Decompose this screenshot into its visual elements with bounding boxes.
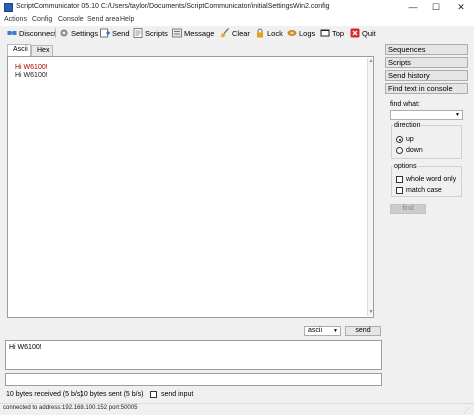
whole-word-label: whole word only [406, 176, 457, 183]
send-input-text: Hi W6100! [9, 344, 42, 351]
window-title: ScriptCommunicator 05.10 C:/Users/taylor… [16, 3, 330, 10]
tab-hex[interactable]: Hex [31, 45, 53, 56]
find-what-label: find what: [390, 101, 420, 108]
logs-icon [287, 28, 297, 38]
quit-button[interactable]: Quit [350, 26, 376, 40]
logs-label: Logs [299, 28, 316, 38]
send-input-label: send input [161, 391, 194, 398]
minimize-button[interactable]: — [402, 0, 424, 15]
menu-actions[interactable]: Actions [4, 16, 27, 23]
console-line: Hi W6100! [15, 64, 48, 71]
match-case-label: match case [406, 187, 442, 194]
scripts-button[interactable]: Scripts [133, 26, 168, 40]
message-label: Message [184, 28, 215, 38]
radio-up[interactable] [396, 136, 403, 143]
match-case-checkbox[interactable] [396, 187, 403, 194]
settings-label: Settings [71, 28, 99, 38]
menu-console[interactable]: Console [58, 16, 84, 23]
radio-up-label: up [406, 136, 414, 143]
scripts-icon [133, 28, 143, 38]
message-button[interactable]: Message [172, 26, 214, 40]
format-select[interactable]: ascii ▼ [304, 326, 341, 336]
bytes-received: 10 bytes received (5 b/s) [6, 391, 83, 398]
console-scrollbar[interactable]: ▲ ▼ [367, 58, 373, 316]
whole-word-checkbox[interactable] [396, 176, 403, 183]
direction-title: direction [393, 122, 422, 129]
send-toolbar-button[interactable]: Send [100, 26, 130, 40]
chevron-down-icon: ▼ [333, 328, 338, 334]
scroll-up-arrow[interactable]: ▲ [368, 58, 374, 65]
lock-button[interactable]: Lock [255, 26, 283, 40]
toolbar-divider [55, 28, 56, 38]
close-window-button[interactable]: ✕ [450, 0, 472, 15]
console-output[interactable]: Hi W6100! Hi W6100! ▲ ▼ [7, 56, 374, 318]
settings-button[interactable]: Settings [59, 26, 98, 40]
top-label: Top [332, 28, 345, 38]
lock-icon [255, 28, 265, 38]
menu-config[interactable]: Config [32, 16, 52, 23]
scripts-panel-button[interactable]: Scripts [385, 57, 468, 68]
send-button[interactable]: send [345, 326, 381, 336]
radio-down-label: down [406, 147, 423, 154]
disconnect-icon [7, 28, 17, 38]
broom-icon [220, 28, 230, 38]
sequences-button[interactable]: Sequences [385, 44, 468, 55]
send-input-checkbox[interactable] [150, 391, 157, 398]
clear-label: Clear [232, 28, 250, 38]
send-toolbar-label: Send [112, 28, 130, 38]
chevron-down-icon: ▼ [455, 112, 460, 118]
lock-label: Lock [267, 28, 283, 38]
format-select-value: ascii [308, 327, 323, 334]
logs-button[interactable]: Logs [287, 26, 315, 40]
options-title: options [393, 163, 418, 170]
message-icon [172, 28, 182, 38]
line-input[interactable] [5, 373, 382, 386]
clear-button[interactable]: Clear [220, 26, 250, 40]
radio-selected-dot [398, 138, 401, 141]
status-text: connected to address:192.168.100.152 por… [3, 405, 138, 411]
disconnect-label: Disconnect [19, 28, 57, 38]
disconnect-button[interactable]: Disconnect [7, 26, 56, 40]
scripts-label: Scripts [145, 28, 168, 38]
send-input[interactable]: Hi W6100! [5, 340, 382, 370]
top-button[interactable]: Top [320, 26, 344, 40]
quit-icon [350, 28, 360, 38]
bytes-sent: 10 bytes sent (5 b/s) [80, 391, 144, 398]
top-window-icon [320, 28, 330, 38]
find-button[interactable]: find [390, 204, 426, 214]
maximize-button[interactable]: ☐ [425, 0, 447, 15]
resize-grip-icon[interactable]: ⋰ [464, 407, 472, 414]
gear-icon [59, 28, 69, 38]
send-history-button[interactable]: Send history [385, 70, 468, 81]
find-in-console-button[interactable]: Find text in console [385, 83, 468, 94]
radio-down[interactable] [396, 147, 403, 154]
quit-label: Quit [362, 28, 376, 38]
menu-send-area[interactable]: Send area [87, 16, 119, 23]
console-line: Hi W6100! [15, 72, 48, 79]
app-icon [4, 3, 13, 12]
find-what-combo[interactable]: ▼ [390, 110, 463, 120]
send-icon [100, 28, 111, 38]
scroll-down-arrow[interactable]: ▼ [368, 309, 374, 316]
menu-help[interactable]: Help [120, 16, 134, 23]
